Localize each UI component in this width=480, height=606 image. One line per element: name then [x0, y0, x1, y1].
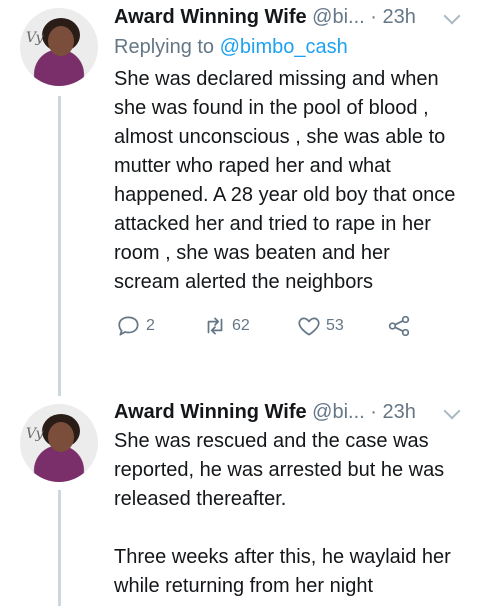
thread-line — [58, 490, 61, 606]
share-button[interactable] — [386, 311, 416, 341]
chevron-down-icon[interactable] — [443, 7, 461, 25]
tweet-text: She was rescued and the case was reporte… — [114, 430, 445, 510]
separator: · — [370, 6, 377, 28]
tweet-header: Award Winning Wife @bi... · 23h — [114, 2, 461, 32]
heart-icon — [298, 317, 320, 336]
user-handle[interactable]: @bi... — [312, 6, 365, 28]
timestamp[interactable]: 23h — [383, 401, 416, 423]
avatar[interactable]: Vy — [20, 8, 98, 86]
tweet-header: Award Winning Wife @bi... · 23h — [114, 397, 461, 427]
like-button[interactable]: 53 — [296, 311, 344, 341]
share-icon — [388, 315, 410, 337]
chevron-down-icon[interactable] — [443, 402, 461, 420]
tweet-actions: 2 62 53 — [114, 311, 460, 351]
separator: · — [370, 401, 377, 423]
reply-button[interactable]: 2 — [116, 311, 155, 341]
display-name[interactable]: Award Winning Wife — [114, 6, 307, 28]
reply-icon — [118, 316, 139, 336]
tweet-text: She was declared missing and when she wa… — [114, 68, 456, 293]
tweet-text: Three weeks after this, he waylaid her w… — [114, 546, 451, 597]
replying-to: Replying to @bimbo_cash — [114, 32, 460, 62]
timestamp[interactable]: 23h — [383, 6, 416, 28]
avatar[interactable]: Vy — [20, 404, 98, 482]
retweet-icon — [207, 317, 223, 335]
retweet-button[interactable]: 62 — [202, 311, 250, 341]
display-name[interactable]: Award Winning Wife — [114, 401, 307, 423]
retweet-count: 62 — [232, 317, 250, 334]
replying-prefix: Replying to — [114, 36, 215, 58]
user-handle[interactable]: @bi... — [312, 401, 365, 423]
thread-line — [58, 96, 61, 396]
reply-count: 2 — [146, 317, 155, 334]
like-count: 53 — [326, 317, 344, 334]
mention-link[interactable]: @bimbo_cash — [220, 36, 348, 58]
